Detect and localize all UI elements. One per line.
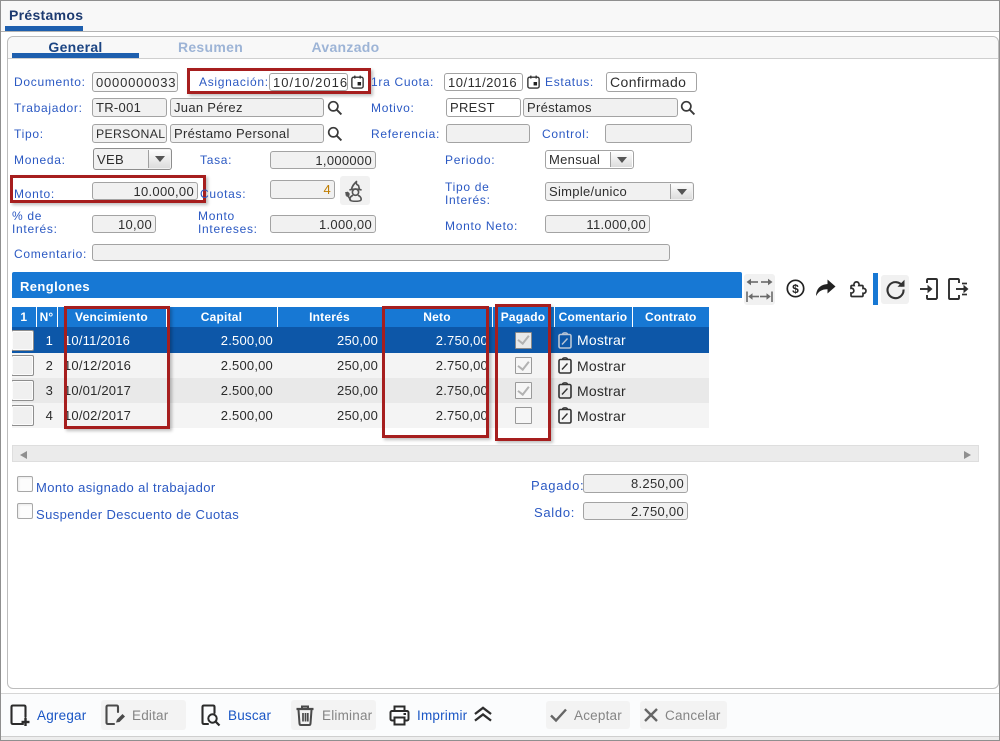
svg-text:$: $	[792, 282, 799, 296]
